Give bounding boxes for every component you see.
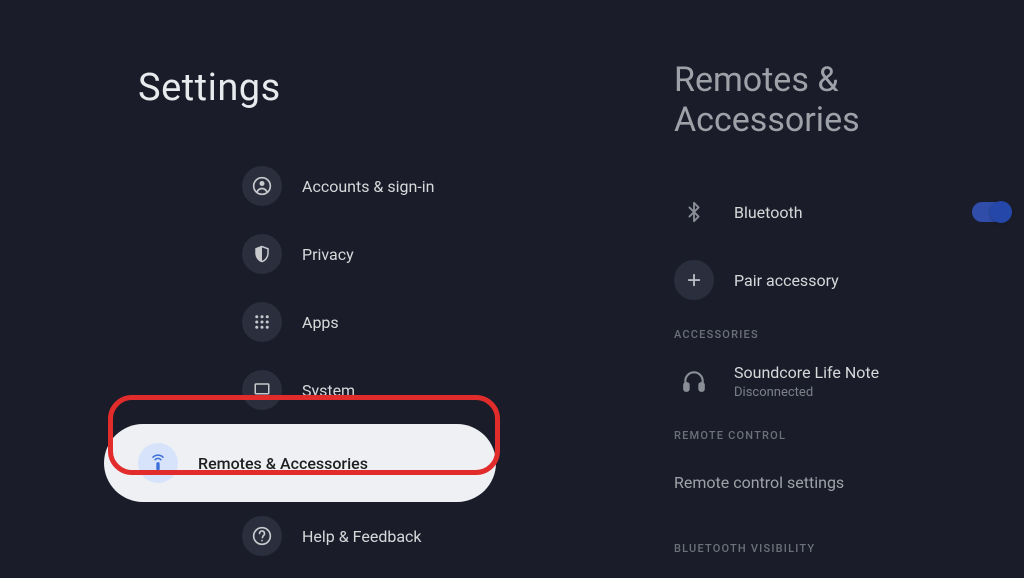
remote-settings-row[interactable]: Remote control settings (596, 448, 1024, 516)
section-header-visibility: BLUETOOTH VISIBILITY (674, 542, 1024, 555)
bluetooth-label: Bluetooth (734, 203, 803, 222)
tv-icon (242, 370, 282, 410)
sidebar-item-label: Privacy (302, 245, 354, 264)
detail-title: Remotes & Accessories (674, 60, 1024, 140)
section-header-remote: REMOTE CONTROL (674, 429, 1024, 442)
sidebar-item-label: System (302, 381, 355, 400)
remote-settings-label: Remote control settings (674, 473, 844, 492)
shield-icon (242, 234, 282, 274)
settings-menu: Accounts & sign-in Privacy Apps System (0, 152, 596, 570)
bluetooth-icon (674, 192, 714, 232)
sidebar-item-accounts[interactable]: Accounts & sign-in (104, 152, 496, 220)
sidebar-item-label: Remotes & Accessories (198, 454, 368, 473)
bluetooth-toggle[interactable] (972, 202, 1010, 222)
accessory-status: Disconnected (734, 385, 879, 400)
accessory-row[interactable]: Soundcore Life Note Disconnected (596, 347, 1024, 415)
detail-panel: Remotes & Accessories Bluetooth Pair acc… (596, 0, 1024, 578)
account-icon (242, 166, 282, 206)
section-header-accessories: ACCESSORIES (674, 328, 1024, 341)
sidebar-item-apps[interactable]: Apps (104, 288, 496, 356)
settings-sidebar: Settings Accounts & sign-in Privacy Apps (0, 0, 596, 578)
sidebar-item-privacy[interactable]: Privacy (104, 220, 496, 288)
bluetooth-row[interactable]: Bluetooth (596, 178, 1024, 246)
pair-label: Pair accessory (734, 271, 839, 290)
sidebar-item-help[interactable]: Help & Feedback (104, 502, 496, 570)
sidebar-item-label: Accounts & sign-in (302, 177, 434, 196)
help-icon (242, 516, 282, 556)
headphones-icon (674, 361, 714, 401)
remote-icon (138, 443, 178, 483)
sidebar-item-remotes[interactable]: Remotes & Accessories (104, 424, 496, 502)
pair-accessory-row[interactable]: Pair accessory (596, 246, 1024, 314)
sidebar-item-label: Apps (302, 313, 339, 332)
page-title: Settings (138, 66, 596, 110)
accessory-name: Soundcore Life Note (734, 363, 879, 382)
sidebar-item-label: Help & Feedback (302, 527, 422, 546)
apps-grid-icon (242, 302, 282, 342)
plus-icon (674, 260, 714, 300)
sidebar-item-system[interactable]: System (104, 356, 496, 424)
